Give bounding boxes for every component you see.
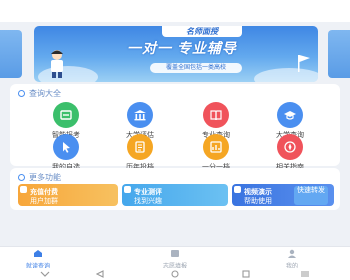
- banner-tagline: 覆盖全国包括一类高校: [150, 63, 242, 73]
- status-bar: [0, 0, 350, 22]
- nav-item-query[interactable]: 就读查询: [8, 249, 68, 270]
- banner-title: 一对一 专业辅导: [127, 40, 237, 56]
- form-icon: [171, 250, 179, 257]
- guide-icon: [277, 134, 303, 160]
- feature-subtitle: 找到兴趣: [134, 198, 162, 205]
- banner-prev-slide[interactable]: [0, 30, 22, 78]
- feature-subtitle: 帮助使用: [244, 198, 272, 205]
- feature-subtitle: 用户加群: [30, 198, 58, 205]
- score-icon: [203, 134, 229, 160]
- cursor-icon: [53, 134, 79, 160]
- tag-icon: [234, 186, 241, 193]
- query-item-guides[interactable]: 相关指南: [260, 134, 320, 172]
- mascot-illustration: [51, 50, 63, 78]
- banner-subtitle: 名师面授: [162, 26, 242, 37]
- section-title: 查询大全: [29, 88, 61, 98]
- chevron-down-icon[interactable]: [40, 270, 50, 278]
- nav-item-me[interactable]: 我的: [262, 249, 322, 270]
- promo-banner[interactable]: 名师面授 一对一 专业辅导 覆盖全国包括一类高校: [34, 26, 318, 82]
- query-item-past-admissions[interactable]: 历年投档: [110, 134, 170, 172]
- query-section: 查询大全 智能报考 大学评估 专业查询 大学查询: [10, 84, 340, 171]
- nav-item-apply[interactable]: 志愿填报: [145, 249, 205, 270]
- query-item-my-picks[interactable]: 我的自选: [36, 134, 96, 172]
- menu-lines-icon[interactable]: [300, 270, 310, 278]
- recents-square-icon[interactable]: [242, 270, 250, 278]
- university-icon: [127, 102, 153, 128]
- feature-card-major-test[interactable]: 专业测评 找到兴趣: [122, 184, 228, 206]
- flag-icon: [298, 55, 310, 72]
- back-triangle-icon[interactable]: [96, 270, 104, 278]
- tag-icon: [20, 186, 27, 193]
- query-item-score-table[interactable]: 一分一档: [186, 134, 246, 172]
- tag-icon: [124, 186, 131, 193]
- document-icon: [127, 134, 153, 160]
- feature-card-recharge[interactable]: 充值付费 用户加群: [18, 184, 118, 206]
- section-marker-icon: [18, 173, 25, 181]
- home-icon: [34, 250, 42, 257]
- bottom-nav: 就读查询 志愿填报 我的: [0, 246, 350, 270]
- smart-apply-icon: [53, 102, 79, 128]
- user-icon: [288, 249, 296, 258]
- system-navigation-bar: [0, 268, 350, 280]
- section-title: 更多功能: [29, 172, 61, 182]
- home-circle-icon[interactable]: [171, 270, 179, 278]
- feature-card-video-demo[interactable]: 视频演示 帮助使用 快速转发: [232, 184, 334, 206]
- section-marker-icon: [18, 89, 25, 97]
- graduation-cap-icon: [277, 102, 303, 128]
- more-features-section: 更多功能 充值付费 用户加群 专业测评 找到兴趣 视频演示 帮助使用 快速转发: [10, 168, 340, 210]
- quick-share-button[interactable]: 快速转发: [294, 186, 328, 205]
- book-icon: [203, 102, 229, 128]
- banner-next-slide[interactable]: [328, 30, 350, 78]
